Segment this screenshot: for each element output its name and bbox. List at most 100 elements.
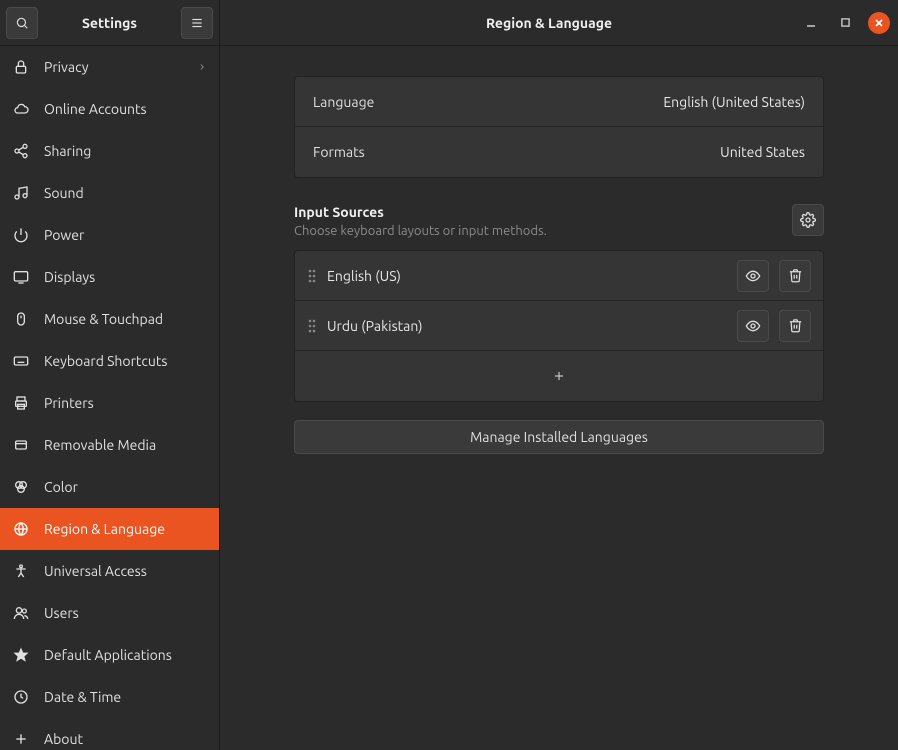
language-value: English (United States) bbox=[663, 94, 805, 110]
sidebar-item-power[interactable]: Power bbox=[0, 214, 219, 256]
drag-handle-icon[interactable] bbox=[307, 318, 317, 334]
eye-icon bbox=[745, 318, 761, 334]
music-icon bbox=[12, 184, 30, 202]
manage-languages-label: Manage Installed Languages bbox=[470, 429, 648, 445]
main-header: Region & Language bbox=[220, 0, 898, 46]
access-icon bbox=[12, 562, 30, 580]
sidebar-item-color[interactable]: Color bbox=[0, 466, 219, 508]
locale-settings-card: Language English (United States) Formats… bbox=[294, 76, 824, 178]
clock-icon bbox=[12, 688, 30, 706]
language-row[interactable]: Language English (United States) bbox=[295, 77, 823, 127]
sidebar-item-users[interactable]: Users bbox=[0, 592, 219, 634]
sidebar-title: Settings bbox=[44, 15, 175, 31]
formats-label: Formats bbox=[313, 144, 365, 160]
input-source-row: English (US) bbox=[295, 251, 823, 301]
sidebar-item-label: Region & Language bbox=[44, 521, 207, 537]
sidebar-item-sharing[interactable]: Sharing bbox=[0, 130, 219, 172]
trash-icon bbox=[788, 268, 803, 283]
main-panel: Region & Language Language English (Unit… bbox=[220, 0, 898, 750]
input-sources-subtitle: Choose keyboard layouts or input methods… bbox=[294, 224, 792, 238]
delete-input-source-button[interactable] bbox=[779, 260, 811, 292]
sidebar-item-label: Universal Access bbox=[44, 563, 207, 579]
input-sources-title: Input Sources bbox=[294, 204, 792, 220]
search-icon bbox=[15, 16, 29, 30]
formats-value: United States bbox=[720, 144, 805, 160]
sidebar-item-label: Date & Time bbox=[44, 689, 207, 705]
input-source-row: Urdu (Pakistan) bbox=[295, 301, 823, 351]
plus-icon bbox=[12, 730, 30, 748]
cloud-icon bbox=[12, 100, 30, 118]
sidebar-item-region-language[interactable]: Region & Language bbox=[0, 508, 219, 550]
power-icon bbox=[12, 226, 30, 244]
input-sources-settings-button[interactable] bbox=[792, 204, 824, 236]
gear-icon bbox=[800, 212, 816, 228]
sidebar-item-label: Power bbox=[44, 227, 207, 243]
sidebar-item-online-accounts[interactable]: Online Accounts bbox=[0, 88, 219, 130]
sidebar-item-label: Privacy bbox=[44, 59, 183, 75]
plus-icon bbox=[552, 369, 566, 383]
sidebar-item-default-applications[interactable]: Default Applications bbox=[0, 634, 219, 676]
globe-icon bbox=[12, 520, 30, 538]
sidebar-header: Settings bbox=[0, 0, 219, 46]
add-input-source-button[interactable] bbox=[295, 351, 823, 401]
view-layout-button[interactable] bbox=[737, 310, 769, 342]
trash-icon bbox=[788, 318, 803, 333]
sidebar-item-universal-access[interactable]: Universal Access bbox=[0, 550, 219, 592]
keyboard-icon bbox=[12, 352, 30, 370]
eye-icon bbox=[745, 268, 761, 284]
sidebar-item-about[interactable]: About bbox=[0, 718, 219, 750]
sidebar-item-label: Printers bbox=[44, 395, 207, 411]
media-icon bbox=[12, 436, 30, 454]
sidebar-item-privacy[interactable]: Privacy bbox=[0, 46, 219, 88]
display-icon bbox=[12, 268, 30, 286]
search-button[interactable] bbox=[6, 7, 38, 39]
view-layout-button[interactable] bbox=[737, 260, 769, 292]
sidebar-item-label: About bbox=[44, 731, 207, 747]
input-sources-header: Input Sources Choose keyboard layouts or… bbox=[294, 204, 824, 238]
input-sources-list: English (US) Urdu (Pakistan) bbox=[294, 250, 824, 402]
sidebar-item-date-time[interactable]: Date & Time bbox=[0, 676, 219, 718]
maximize-button[interactable] bbox=[834, 12, 856, 34]
sidebar-item-displays[interactable]: Displays bbox=[0, 256, 219, 298]
sidebar: Settings Privacy Online Accounts Sharing So… bbox=[0, 0, 220, 750]
sidebar-item-label: Removable Media bbox=[44, 437, 207, 453]
close-button[interactable] bbox=[868, 12, 890, 34]
sidebar-item-sound[interactable]: Sound bbox=[0, 172, 219, 214]
window-controls bbox=[800, 12, 890, 34]
page-title: Region & Language bbox=[298, 15, 800, 31]
sidebar-item-label: Color bbox=[44, 479, 207, 495]
mouse-icon bbox=[12, 310, 30, 328]
lock-icon bbox=[12, 58, 30, 76]
sidebar-item-mouse-touchpad[interactable]: Mouse & Touchpad bbox=[0, 298, 219, 340]
sidebar-item-label: Default Applications bbox=[44, 647, 207, 663]
sidebar-item-label: Sound bbox=[44, 185, 207, 201]
sidebar-list: Privacy Online Accounts Sharing Sound Power D… bbox=[0, 46, 219, 750]
formats-row[interactable]: Formats United States bbox=[295, 127, 823, 177]
chevron-right-icon bbox=[197, 62, 207, 72]
content-area: Language English (United States) Formats… bbox=[220, 46, 898, 750]
minimize-icon bbox=[806, 18, 816, 28]
share-icon bbox=[12, 142, 30, 160]
sidebar-item-label: Sharing bbox=[44, 143, 207, 159]
close-icon bbox=[874, 18, 884, 28]
printer-icon bbox=[12, 394, 30, 412]
minimize-button[interactable] bbox=[800, 12, 822, 34]
sidebar-item-label: Mouse & Touchpad bbox=[44, 311, 207, 327]
sidebar-item-label: Online Accounts bbox=[44, 101, 207, 117]
maximize-icon bbox=[841, 18, 850, 27]
sidebar-item-removable-media[interactable]: Removable Media bbox=[0, 424, 219, 466]
delete-input-source-button[interactable] bbox=[779, 310, 811, 342]
users-icon bbox=[12, 604, 30, 622]
sidebar-item-label: Keyboard Shortcuts bbox=[44, 353, 207, 369]
input-source-name: Urdu (Pakistan) bbox=[327, 318, 727, 334]
color-icon bbox=[12, 478, 30, 496]
drag-handle-icon[interactable] bbox=[307, 268, 317, 284]
sidebar-item-printers[interactable]: Printers bbox=[0, 382, 219, 424]
sidebar-item-keyboard-shortcuts[interactable]: Keyboard Shortcuts bbox=[0, 340, 219, 382]
star-icon bbox=[12, 646, 30, 664]
language-label: Language bbox=[313, 94, 374, 110]
sidebar-item-label: Users bbox=[44, 605, 207, 621]
sidebar-item-label: Displays bbox=[44, 269, 207, 285]
hamburger-menu-button[interactable] bbox=[181, 7, 213, 39]
manage-languages-button[interactable]: Manage Installed Languages bbox=[294, 420, 824, 454]
